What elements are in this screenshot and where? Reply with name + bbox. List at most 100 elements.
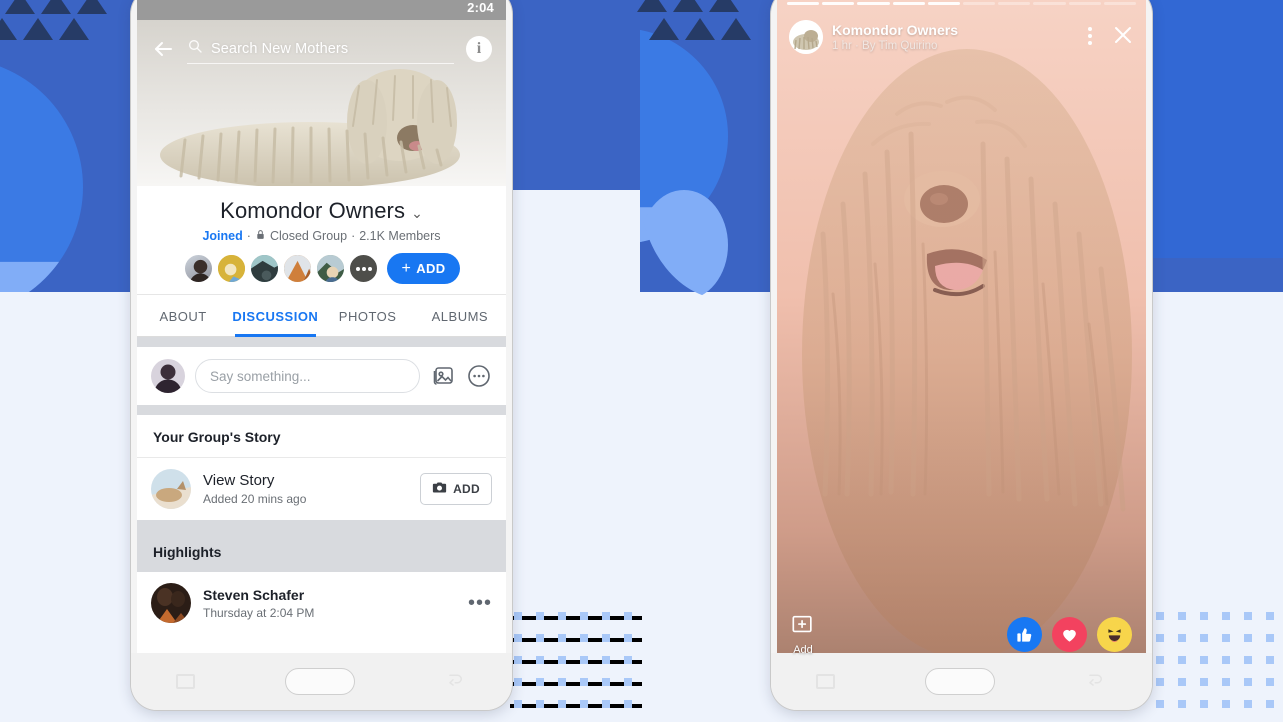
tab-discussion[interactable]: DISCUSSION bbox=[229, 295, 321, 337]
add-members-button[interactable]: + ADD bbox=[387, 253, 460, 284]
say-something-input[interactable]: Say something... bbox=[195, 359, 420, 393]
story-progress-segment bbox=[787, 2, 820, 5]
triangle-icon bbox=[5, 0, 35, 14]
post-more-options-icon[interactable]: ••• bbox=[468, 592, 492, 615]
triangle-icon bbox=[59, 18, 89, 40]
chevron-down-icon[interactable]: ⌄ bbox=[411, 205, 423, 222]
story-group-name: Komondor Owners bbox=[832, 22, 959, 38]
group-member-count: 2.1K Members bbox=[359, 229, 441, 243]
story-header-text: Komondor Owners 1 hr · By Tim Quirino bbox=[832, 22, 1072, 52]
group-story-section-title: Your Group's Story bbox=[137, 415, 506, 458]
group-joined-status: Joined bbox=[202, 229, 243, 243]
add-to-story-icon bbox=[791, 613, 815, 642]
add-story-button[interactable]: ADD bbox=[420, 473, 492, 505]
group-privacy: Closed Group bbox=[269, 229, 348, 243]
triangle-cluster-left bbox=[2, 0, 110, 14]
member-avatar-2[interactable] bbox=[216, 253, 248, 284]
post-author-name: Steven Schafer bbox=[203, 586, 305, 603]
home-button[interactable] bbox=[925, 668, 995, 695]
tab-photos[interactable]: PHOTOS bbox=[322, 295, 414, 336]
group-title: Komondor Owners bbox=[220, 198, 406, 223]
member-avatar-more[interactable] bbox=[348, 253, 380, 284]
add-to-story-button[interactable]: Add bbox=[791, 613, 815, 656]
more-options-icon[interactable] bbox=[466, 363, 492, 389]
story-text: View Story Added 20 mins ago bbox=[203, 472, 408, 506]
member-avatar-3[interactable] bbox=[249, 253, 281, 284]
group-cover-photo: Search New Mothers i bbox=[137, 20, 506, 186]
story-progress-segment bbox=[1103, 2, 1137, 5]
dot bbox=[361, 266, 366, 271]
view-story-label: View Story bbox=[203, 472, 275, 489]
lock-icon bbox=[255, 229, 266, 243]
search-input[interactable]: Search New Mothers bbox=[187, 34, 454, 64]
recents-icon[interactable] bbox=[176, 674, 195, 689]
group-story-row[interactable]: View Story Added 20 mins ago ADD bbox=[137, 458, 506, 520]
triangle-icon bbox=[673, 0, 703, 12]
story-viewer[interactable]: Komondor Owners 1 hr · By Tim Quirino Ad… bbox=[777, 0, 1146, 666]
triangle-icon bbox=[709, 0, 739, 12]
photo-icon[interactable] bbox=[430, 363, 456, 389]
story-progress-segment bbox=[1033, 2, 1066, 5]
member-avatar-row: + ADD bbox=[137, 253, 506, 284]
member-avatar-5[interactable] bbox=[315, 253, 347, 284]
add-story-label: ADD bbox=[453, 482, 480, 496]
left-phone-screen: 2:04 Search New Mothers i Komondor Owner… bbox=[137, 0, 506, 666]
add-to-story-label: Add bbox=[793, 643, 813, 656]
reaction-like[interactable] bbox=[1007, 616, 1042, 652]
back-arrow-icon[interactable] bbox=[151, 37, 175, 61]
triangle-cluster-middle-2 bbox=[646, 18, 754, 40]
post-composer: Say something... bbox=[137, 347, 506, 405]
triangle-cluster-left-2 bbox=[0, 18, 92, 40]
story-footer: Add bbox=[777, 602, 1146, 666]
story-progress-segment bbox=[998, 2, 1031, 5]
group-tabs: ABOUT DISCUSSION PHOTOS ALBUMS bbox=[137, 295, 506, 337]
story-header: Komondor Owners 1 hr · By Tim Quirino bbox=[777, 14, 1146, 60]
member-avatar-4[interactable] bbox=[282, 253, 314, 284]
post-author-avatar[interactable] bbox=[151, 583, 191, 623]
section-divider bbox=[137, 337, 506, 347]
story-group-avatar[interactable] bbox=[789, 20, 823, 54]
story-progress-segment bbox=[1068, 2, 1101, 5]
back-nav-icon[interactable] bbox=[1085, 670, 1107, 693]
triangle-icon bbox=[721, 18, 751, 40]
tab-albums[interactable]: ALBUMS bbox=[414, 295, 506, 336]
dot-grid-right bbox=[1152, 612, 1283, 722]
reaction-love[interactable] bbox=[1052, 616, 1087, 652]
highlights-section-title: Highlights bbox=[137, 530, 506, 572]
close-icon[interactable] bbox=[1108, 24, 1134, 50]
info-icon[interactable]: i bbox=[466, 36, 492, 62]
story-progress-segment bbox=[892, 2, 925, 5]
background-middle-light-block bbox=[512, 190, 640, 300]
tab-about[interactable]: ABOUT bbox=[137, 295, 229, 336]
story-reactions bbox=[1007, 616, 1132, 652]
story-progress-segment bbox=[927, 2, 961, 5]
group-title-row[interactable]: Komondor Owners ⌄ bbox=[137, 198, 506, 224]
background-middle-block bbox=[512, 0, 640, 190]
left-phone-frame: 2:04 Search New Mothers i Komondor Owner… bbox=[131, 0, 512, 710]
triangle-icon bbox=[637, 0, 667, 12]
back-nav-icon[interactable] bbox=[445, 670, 467, 693]
say-something-placeholder: Say something... bbox=[210, 368, 311, 384]
left-phone-nav-bar bbox=[131, 653, 512, 710]
group-header: Komondor Owners ⌄ Joined · Closed Group ·… bbox=[137, 186, 506, 295]
reaction-haha[interactable] bbox=[1097, 616, 1132, 652]
triangle-icon bbox=[685, 18, 715, 40]
triangle-icon bbox=[649, 18, 679, 40]
status-bar: 2:04 bbox=[137, 0, 506, 20]
post-text: Steven Schafer Thursday at 2:04 PM bbox=[203, 587, 456, 620]
group-meta: Joined · Closed Group · 2.1K Members bbox=[137, 229, 506, 243]
story-progress-segment bbox=[963, 2, 996, 5]
story-progress-segment bbox=[857, 2, 890, 5]
search-bar: Search New Mothers i bbox=[137, 30, 506, 68]
home-button[interactable] bbox=[285, 668, 355, 695]
user-avatar[interactable] bbox=[151, 359, 185, 393]
story-added-time: Added 20 mins ago bbox=[203, 492, 307, 506]
cover-dog-image bbox=[160, 69, 460, 186]
plus-icon: + bbox=[401, 259, 412, 277]
recents-icon[interactable] bbox=[816, 674, 835, 689]
member-avatar-1[interactable] bbox=[183, 253, 215, 284]
status-bar-time: 2:04 bbox=[467, 0, 494, 15]
triangle-icon bbox=[0, 18, 17, 40]
more-options-icon[interactable] bbox=[1081, 25, 1099, 50]
highlight-post-row[interactable]: Steven Schafer Thursday at 2:04 PM ••• bbox=[137, 572, 506, 634]
